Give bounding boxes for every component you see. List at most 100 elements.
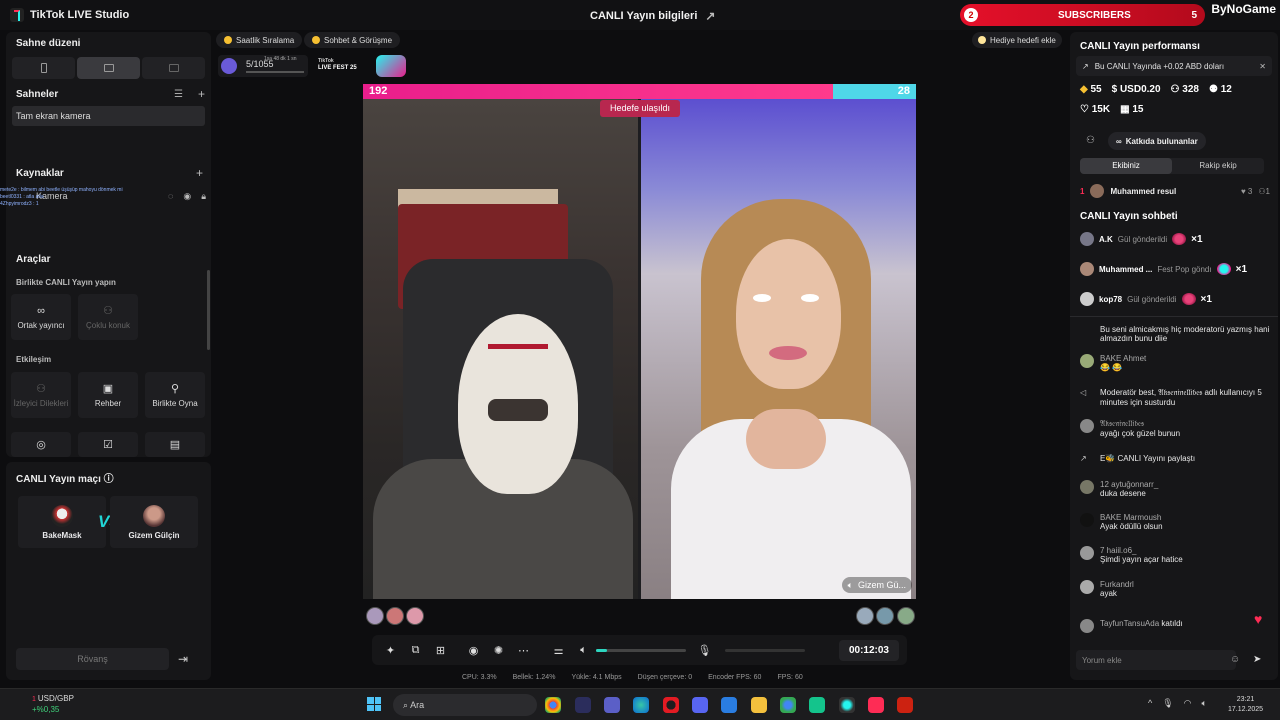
camera-swap-icon[interactable]: ⧉ bbox=[403, 644, 428, 657]
target-icon: ◎ bbox=[36, 439, 46, 451]
rank-hearts-value: 3 bbox=[1247, 186, 1253, 196]
chevron-up-icon[interactable]: ^ bbox=[1148, 698, 1152, 709]
taskbar-search-label: Ara bbox=[410, 700, 425, 710]
chat-body: BAKE Marmoush Ayak ödüllü olsun bbox=[1100, 513, 1163, 531]
viewer-requests-button[interactable]: ⚇ İzleyici Dilekleri bbox=[11, 372, 71, 418]
fest-line1: TikTok bbox=[318, 58, 334, 64]
followers-value: 12 bbox=[1220, 84, 1232, 95]
chrome-icon[interactable] bbox=[780, 697, 796, 713]
scene-item[interactable]: Tam ekran kamera bbox=[12, 106, 205, 126]
multi-guest-button[interactable]: ⚇ Çoklu konuk bbox=[78, 294, 138, 340]
avatar bbox=[1080, 262, 1094, 276]
play-together-button[interactable]: ⚲ Birlikte Oyna bbox=[145, 372, 205, 418]
emoji-icon[interactable]: ☺ bbox=[1230, 654, 1240, 665]
gift-goal-chip[interactable]: Hediye hedefi ekle bbox=[972, 32, 1062, 48]
tiktok-studio-icon[interactable] bbox=[868, 697, 884, 713]
chrome-icon[interactable] bbox=[545, 697, 561, 713]
app-icon[interactable] bbox=[575, 697, 591, 713]
chat-message: TayfunTansuAda katıldı bbox=[1080, 619, 1270, 633]
teams-icon[interactable] bbox=[604, 697, 620, 713]
chat-body: TayfunTansuAda katıldı bbox=[1100, 619, 1183, 633]
fest-progress[interactable]: 5/1055 1sa 48 dk 1 sn bbox=[218, 55, 308, 77]
likes-value: 15K bbox=[1091, 104, 1111, 115]
user-icon[interactable]: ⚇ bbox=[1086, 135, 1095, 146]
rematch-button[interactable]: Rövanş bbox=[16, 648, 169, 670]
taskbar-search[interactable]: ⌕ Ara bbox=[393, 694, 537, 716]
cohost-button[interactable]: ∞ Ortak yayıncı bbox=[11, 294, 71, 340]
volume-slider[interactable] bbox=[596, 648, 686, 652]
avatar[interactable] bbox=[386, 607, 404, 625]
layout-other-button[interactable] bbox=[142, 57, 205, 79]
avatar[interactable] bbox=[897, 607, 915, 625]
clock-date: 17.12.2025 bbox=[1228, 706, 1264, 713]
close-icon[interactable]: ✕ bbox=[1259, 62, 1266, 71]
speaker-icon[interactable]: 🔈︎ bbox=[1202, 698, 1207, 709]
app-icon[interactable] bbox=[809, 697, 825, 713]
tools-scrollbar[interactable] bbox=[207, 270, 210, 350]
opponent-nameplate[interactable]: 🔈︎ Gizem Gü... bbox=[841, 577, 912, 593]
tool-more-3[interactable]: ▤ bbox=[145, 432, 205, 457]
send-icon[interactable]: ➤ bbox=[1253, 654, 1261, 665]
microphone-icon[interactable]: 🎙︎ bbox=[692, 644, 717, 657]
list-icon[interactable]: ☰ bbox=[174, 89, 183, 100]
avatar[interactable] bbox=[406, 607, 424, 625]
avatar[interactable] bbox=[366, 607, 384, 625]
exit-icon[interactable]: ⇥ bbox=[178, 652, 188, 666]
live-info-title[interactable]: CANLI Yayın bilgileri ↗ bbox=[590, 9, 715, 23]
layout-portrait-button[interactable] bbox=[12, 57, 75, 79]
lock-icon[interactable]: 🔒︎ bbox=[201, 191, 206, 202]
tool-more-1[interactable]: ◎ bbox=[11, 432, 71, 457]
opera-icon[interactable] bbox=[663, 697, 679, 713]
magic-wand-icon[interactable]: ✦ bbox=[378, 644, 403, 657]
discord-icon[interactable] bbox=[692, 697, 708, 713]
wifi-icon[interactable]: ◠ bbox=[1184, 698, 1192, 709]
tab-our-team[interactable]: Ekibiniz bbox=[1080, 158, 1172, 174]
record-icon[interactable]: ◉ bbox=[461, 644, 486, 657]
earnings-note-text: Bu CANLI Yayında +0.02 ABD doları bbox=[1094, 61, 1225, 71]
rank-row[interactable]: 1 Muhammed resul ♥ 3 ⚇1 bbox=[1080, 184, 1270, 198]
followers-metric: ⚉ 12 bbox=[1209, 84, 1232, 95]
clock[interactable]: 23:21 17.12.2025 bbox=[1228, 695, 1263, 715]
landscape-icon bbox=[103, 64, 114, 72]
app-icon[interactable] bbox=[839, 697, 855, 713]
edge-icon[interactable] bbox=[633, 697, 649, 713]
guide-button[interactable]: ▣ Rehber bbox=[78, 372, 138, 418]
hourly-ranking-chip[interactable]: Saatlik Sıralama bbox=[216, 32, 303, 48]
tab-rival-team[interactable]: Rakip ekip bbox=[1172, 158, 1264, 174]
sliders-icon[interactable]: ⚌ bbox=[546, 644, 571, 657]
mute-icon[interactable]: 🔈︎ bbox=[848, 580, 853, 591]
cohost-label: Ortak yayıncı bbox=[17, 320, 65, 330]
folder-icon[interactable] bbox=[751, 697, 767, 713]
youtube-icon[interactable] bbox=[897, 697, 913, 713]
effects-icon[interactable]: ✺ bbox=[486, 644, 511, 657]
system-tray: ^ 🎙︎ ◠ 🔈︎ bbox=[1148, 698, 1207, 709]
windows-start-icon[interactable] bbox=[367, 697, 381, 711]
user-plus-icon: ⚉ bbox=[1208, 84, 1218, 95]
tool-more-2[interactable]: ☑ bbox=[78, 432, 138, 457]
info-icon[interactable]: ⓘ bbox=[104, 474, 114, 485]
avatar[interactable] bbox=[856, 607, 874, 625]
layout-icon[interactable]: ⊞ bbox=[428, 644, 453, 657]
heart-icon[interactable]: ♥ bbox=[1254, 611, 1262, 627]
add-source-icon[interactable]: + bbox=[196, 166, 203, 180]
chat-text: duka desene bbox=[1100, 489, 1146, 498]
ticker-name: 1 USD/GBP bbox=[14, 694, 74, 705]
microphone-icon[interactable]: 🎙︎ bbox=[1162, 698, 1173, 709]
chat-text: Şimdi yayın açar hatice bbox=[1100, 555, 1183, 564]
chat-message: 7 haiil.o6_ Şimdi yayın açar hatice bbox=[1080, 546, 1270, 564]
layout-landscape-button[interactable] bbox=[77, 57, 140, 79]
mail-icon[interactable] bbox=[721, 697, 737, 713]
contributors-button[interactable]: ∞ Katkıda bulunanlar bbox=[1108, 132, 1206, 150]
speaker-icon[interactable]: 🔈︎ bbox=[571, 644, 596, 657]
avatar[interactable] bbox=[876, 607, 894, 625]
more-icon[interactable]: ⋯ bbox=[511, 644, 536, 657]
subscribers-badge: 2 bbox=[964, 8, 978, 22]
taskbar: 1 USD/GBP +%0,35 ⌕ Ara ^ 🎙︎ ◠ 🔈︎ 23:21 17… bbox=[0, 688, 1280, 720]
chat-body: 7 haiil.o6_ Şimdi yayın açar hatice bbox=[1100, 546, 1183, 564]
stock-ticker[interactable]: 1 USD/GBP +%0,35 bbox=[14, 694, 74, 715]
share-icon[interactable]: ↗ bbox=[705, 9, 715, 23]
add-scene-icon[interactable]: + bbox=[198, 87, 205, 101]
chat-call-chip[interactable]: Sohbet & Görüşme bbox=[304, 32, 401, 48]
mic-slider[interactable] bbox=[725, 648, 805, 652]
comment-input[interactable]: Yorum ekle bbox=[1076, 650, 1236, 670]
